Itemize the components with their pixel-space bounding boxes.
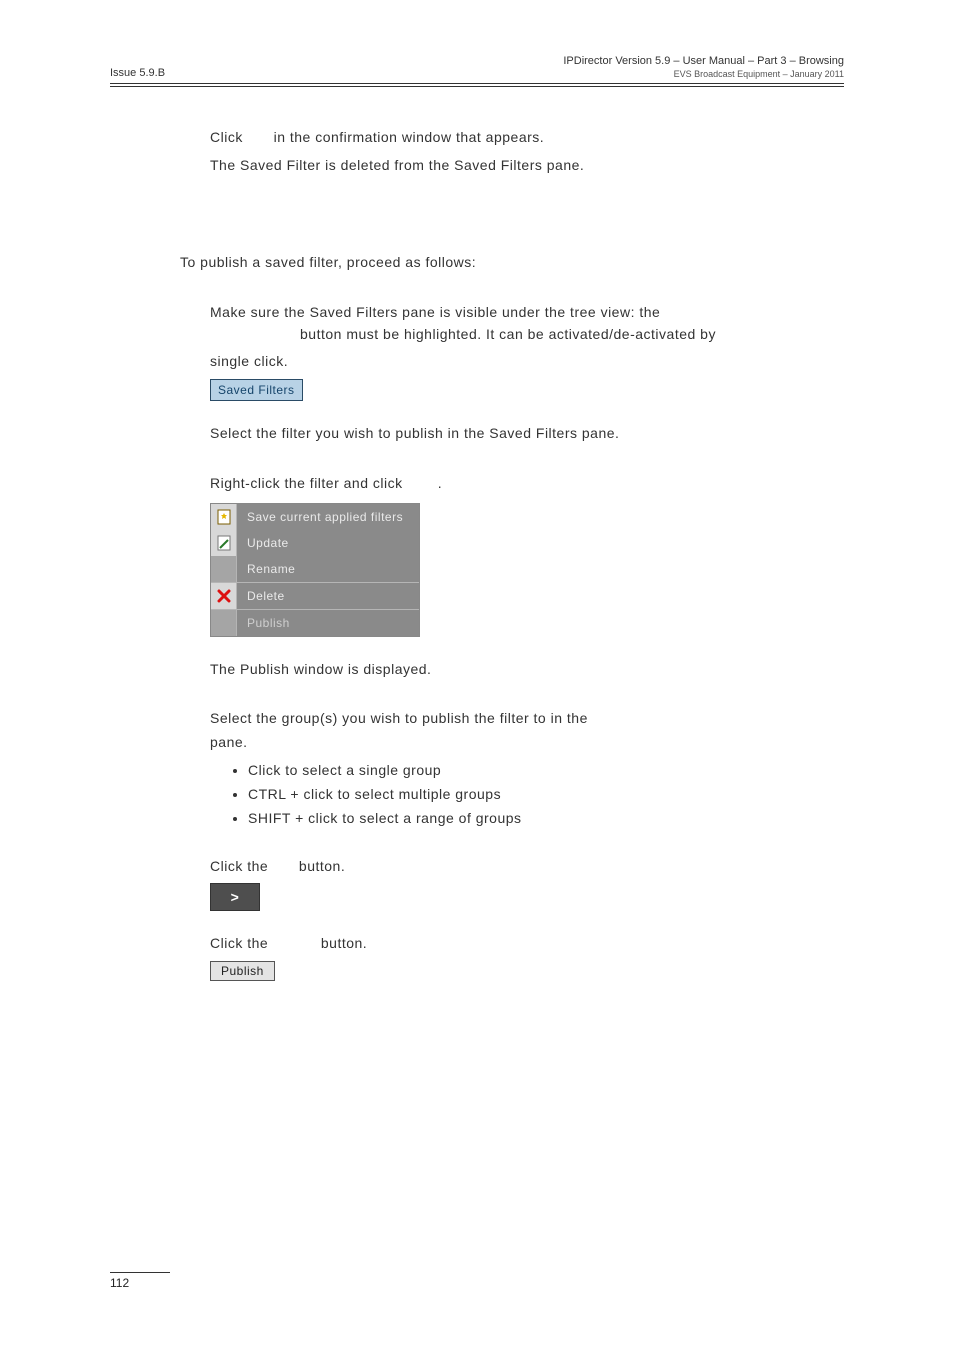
- step3-pre: Right-click the filter and click: [210, 475, 407, 491]
- ctx-save-label: Save current applied filters: [237, 510, 403, 524]
- step4-post: pane.: [210, 732, 844, 754]
- page-number: 112: [110, 1276, 844, 1290]
- step1-line3: single click.: [210, 351, 844, 373]
- ctx-update[interactable]: Update: [211, 530, 419, 556]
- content: Click in the confirmation window that ap…: [110, 127, 844, 981]
- step6: Click the button.: [210, 933, 844, 955]
- ctx-delete-label: Delete: [237, 589, 285, 603]
- ctx-rename-label: Rename: [237, 562, 295, 576]
- publish-button[interactable]: Publish: [210, 961, 275, 981]
- step1-line2-post: button must be highlighted. It can be ac…: [300, 326, 716, 342]
- header-rule-1: [110, 83, 844, 84]
- bullet-1: Click to select a single group: [248, 762, 844, 778]
- ctx-save[interactable]: Save current applied filters: [211, 504, 419, 530]
- header-rule-2: [110, 86, 844, 87]
- ctx-update-label: Update: [237, 536, 289, 550]
- click-prefix: Click: [210, 129, 247, 145]
- bullet-list: Click to select a single group CTRL + cl…: [248, 762, 844, 826]
- header-sub: EVS Broadcast Equipment – January 2011: [563, 69, 844, 79]
- click-confirm-line: Click in the confirmation window that ap…: [210, 127, 844, 149]
- step4-pre: Select the group(s) you wish to publish …: [210, 710, 588, 726]
- publish-intro: To publish a saved filter, proceed as fo…: [180, 252, 844, 274]
- step5-post: button.: [295, 858, 346, 874]
- saved-filters-button[interactable]: Saved Filters: [210, 379, 303, 401]
- ctx-delete[interactable]: Delete: [211, 583, 419, 609]
- step3-post: .: [438, 475, 442, 491]
- step2: Select the filter you wish to publish in…: [210, 423, 844, 445]
- ctx-publish[interactable]: Publish: [211, 610, 419, 636]
- step1-line2: button must be highlighted. It can be ac…: [210, 324, 844, 346]
- click-suffix: in the confirmation window that appears.: [269, 129, 544, 145]
- arrow-right-button[interactable]: >: [210, 883, 260, 911]
- deleted-line: The Saved Filter is deleted from the Sav…: [210, 155, 844, 177]
- step3-result: The Publish window is displayed.: [210, 659, 844, 681]
- header-left: Issue 5.9.B: [110, 67, 165, 79]
- context-menu: Save current applied filters Update Rena…: [210, 503, 420, 637]
- header-right: IPDirector Version 5.9 – User Manual – P…: [563, 55, 844, 79]
- step6-post: button.: [316, 935, 367, 951]
- page-header: Issue 5.9.B IPDirector Version 5.9 – Use…: [110, 55, 844, 79]
- bullet-2: CTRL + click to select multiple groups: [248, 786, 844, 802]
- ctx-publish-label: Publish: [237, 616, 290, 630]
- page-footer: 112: [110, 1272, 844, 1290]
- bullet-3: SHIFT + click to select a range of group…: [248, 810, 844, 826]
- step3: Right-click the filter and click .: [210, 473, 844, 495]
- step6-pre: Click the: [210, 935, 273, 951]
- step4: Select the group(s) you wish to publish …: [210, 708, 844, 730]
- footer-rule: [110, 1272, 170, 1273]
- blank-icon: [211, 556, 237, 582]
- step5-pre: Click the: [210, 858, 273, 874]
- step1-line1: Make sure the Saved Filters pane is visi…: [210, 302, 844, 324]
- ctx-rename[interactable]: Rename: [211, 556, 419, 582]
- header-title: IPDirector Version 5.9 – User Manual – P…: [563, 55, 844, 67]
- blank-icon-2: [211, 610, 237, 636]
- step5: Click the button.: [210, 856, 844, 878]
- delete-x-icon: [211, 583, 237, 609]
- document-pencil-icon: [211, 530, 237, 556]
- document-star-icon: [211, 504, 237, 530]
